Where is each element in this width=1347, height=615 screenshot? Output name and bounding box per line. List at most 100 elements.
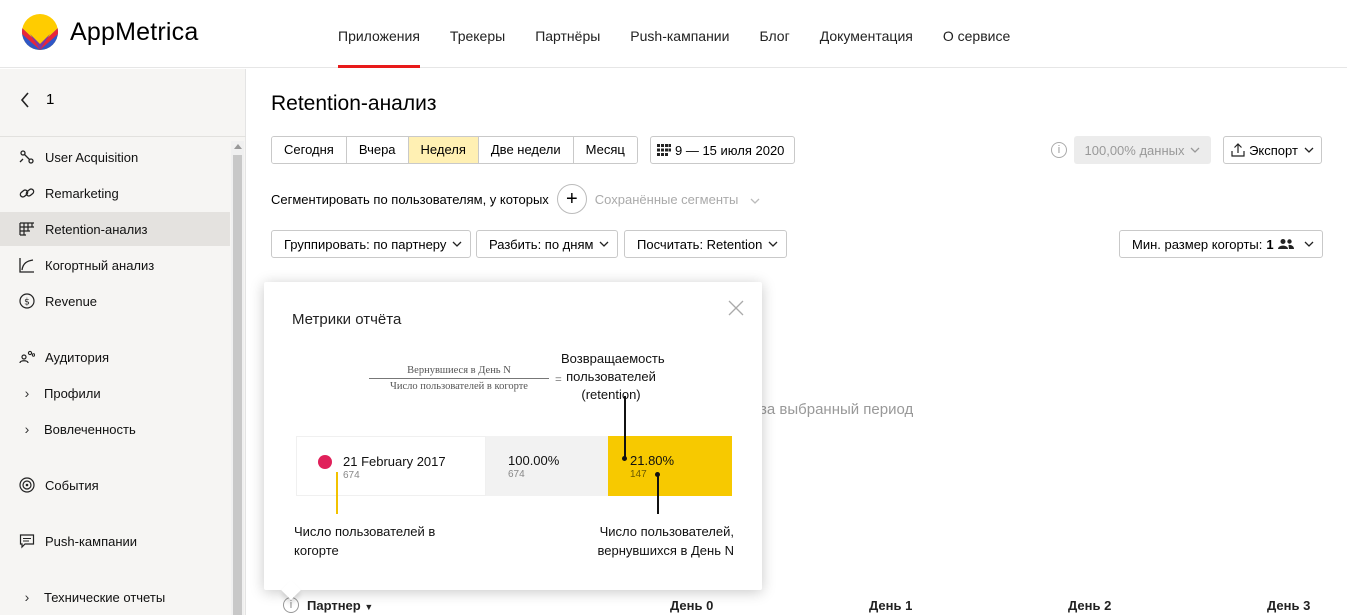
sidebar-item-events[interactable]: События [0, 468, 230, 502]
chevron-down-icon [1304, 241, 1314, 247]
sidebar-item-label: Профили [44, 385, 101, 401]
period-month[interactable]: Месяц [573, 137, 637, 163]
table-header: i Партнер ▼ День 0 День 1 День 2 День 3 [271, 593, 1331, 615]
cohort-dot [318, 455, 332, 469]
scroll-thumb[interactable] [233, 155, 242, 615]
saved-segments-label: Сохранённые сегменты [594, 191, 739, 207]
nav-trackers[interactable]: Трекеры [450, 0, 505, 68]
page-title: Retention-анализ [271, 92, 437, 115]
split-by-dropdown[interactable]: Разбить: по дням [476, 230, 619, 258]
sidebar-item-remarketing[interactable]: Remarketing [0, 176, 230, 210]
formula-denominator: Число пользователей в когорте [390, 381, 528, 392]
retention-pointer-dot [622, 456, 627, 461]
nav-partners[interactable]: Партнёры [535, 0, 600, 68]
chevron-down-icon [1304, 147, 1314, 153]
back-button[interactable]: 1 [20, 91, 54, 108]
segmentation-row: Сегментировать по пользователям, у котор… [271, 184, 760, 214]
svg-text:$: $ [24, 298, 30, 308]
info-icon[interactable]: i [1051, 142, 1067, 158]
users-icon [1277, 239, 1294, 249]
column-day1[interactable]: День 1 [869, 598, 912, 613]
target-icon [18, 476, 36, 494]
min-cohort-dropdown[interactable]: Мин. размер когорты: 1 [1119, 230, 1323, 258]
period-two-weeks[interactable]: Две недели [478, 137, 574, 163]
returned-pointer-dot [655, 472, 660, 477]
brand-name: AppMetrica [70, 17, 199, 46]
sidebar-scrollbar[interactable] [231, 141, 244, 615]
returned-pointer-line [657, 474, 659, 514]
nav-documentation[interactable]: Документация [820, 0, 913, 68]
routes-icon [18, 148, 36, 166]
sidebar-item-label: Вовлеченность [44, 421, 136, 437]
sidebar-item-label: Технические отчеты [44, 589, 166, 605]
sort-down-icon: ▼ [364, 602, 374, 612]
link-icon [18, 184, 36, 202]
nav-push-campaigns[interactable]: Push-кампании [630, 0, 729, 68]
group-by-label: Группировать: по партнеру [284, 236, 447, 252]
retention-definition: Возвращаемость пользователей (retention) [561, 351, 665, 402]
app-id-label: 1 [46, 91, 55, 108]
example-cohort-cell: 21 February 2017 674 [296, 436, 486, 496]
audience-icon [18, 348, 36, 366]
column-day0[interactable]: День 0 [670, 598, 713, 613]
sidebar-divider [0, 136, 246, 137]
sidebar-item-user-acquisition[interactable]: User Acquisition [0, 140, 230, 174]
sidebar-item-engagement[interactable]: › Вовлеченность [0, 412, 230, 446]
appmetrica-logo-icon [22, 14, 58, 50]
example-day0-count: 674 [508, 469, 525, 480]
empty-state-message: за выбранный период [760, 401, 914, 418]
example-dayn-cell: 21.80% 147 [608, 436, 732, 496]
top-header: AppMetrica Приложения Трекеры Партнёры P… [0, 0, 1347, 68]
cohort-chart-icon [18, 256, 36, 274]
close-icon[interactable] [728, 300, 744, 316]
example-date: 21 February 2017 [343, 454, 446, 469]
date-range-button[interactable]: 9 — 15 июля 2020 [650, 136, 796, 164]
nav-applications[interactable]: Приложения [338, 0, 420, 68]
column-partner-label: Партнер [307, 598, 361, 613]
calculate-dropdown[interactable]: Посчитать: Retention [624, 230, 788, 258]
export-label: Экспорт [1249, 142, 1298, 158]
export-button[interactable]: Экспорт [1223, 136, 1322, 164]
nav-about[interactable]: О сервисе [943, 0, 1010, 68]
period-selector: Сегодня Вчера Неделя Две недели Месяц [271, 136, 638, 164]
data-sample-dropdown[interactable]: 100,00% данных [1074, 136, 1211, 164]
retention-grid-icon [18, 220, 36, 238]
date-range-label: 9 — 15 июля 2020 [675, 142, 785, 158]
column-day3[interactable]: День 3 [1267, 598, 1310, 613]
main-nav: Приложения Трекеры Партнёры Push-кампани… [338, 0, 1040, 68]
logo[interactable]: AppMetrica [22, 14, 198, 50]
group-by-dropdown[interactable]: Группировать: по партнеру [271, 230, 472, 258]
nav-blog[interactable]: Блог [759, 0, 789, 68]
sidebar-item-label: Push-кампании [45, 533, 138, 549]
example-dayn-pct: 21.80% [630, 453, 675, 468]
sidebar: 1 User Acquisition Remarketing Retention… [0, 69, 246, 615]
sidebar-item-retention[interactable]: Retention-анализ [0, 212, 230, 246]
sidebar-item-label: Retention-анализ [45, 221, 148, 237]
formula-numerator: Вернувшиеся в День N [369, 365, 549, 379]
example-day0-cell: 100.00% 674 [486, 436, 608, 496]
column-day2[interactable]: День 2 [1068, 598, 1111, 613]
retention-formula: Вернувшиеся в День N Число пользователей… [369, 365, 562, 392]
split-by-label: Разбить: по дням [489, 236, 594, 252]
scroll-up-arrow-icon[interactable] [234, 144, 242, 149]
saved-segments-dropdown[interactable]: Сохранённые сегменты [595, 192, 760, 207]
period-today[interactable]: Сегодня [272, 137, 347, 163]
add-segment-button[interactable]: + [556, 184, 587, 214]
sidebar-item-profiles[interactable]: › Профили [0, 376, 230, 410]
min-cohort-value: 1 [1266, 236, 1274, 252]
period-week[interactable]: Неделя [408, 137, 479, 163]
column-partner[interactable]: Партнер ▼ [307, 598, 373, 613]
period-yesterday[interactable]: Вчера [346, 137, 409, 163]
chevron-down-icon [1191, 147, 1200, 153]
retention-pointer-line [624, 396, 626, 458]
sidebar-item-cohort[interactable]: Когортный анализ [0, 248, 230, 282]
sidebar-item-audience[interactable]: Аудитория [0, 340, 230, 374]
sidebar-item-push[interactable]: Push-кампании [0, 524, 230, 558]
sidebar-item-technical-reports[interactable]: › Технические отчеты [0, 580, 230, 614]
sidebar-item-label: Remarketing [45, 185, 119, 201]
caption-cohort-size: Число пользователей в когорте [294, 524, 436, 558]
sidebar-item-revenue[interactable]: $ Revenue [0, 284, 230, 318]
dollar-icon: $ [18, 292, 36, 310]
popup-title: Метрики отчёта [292, 311, 402, 328]
data-sample-label: 100,00% данных [1084, 142, 1185, 158]
